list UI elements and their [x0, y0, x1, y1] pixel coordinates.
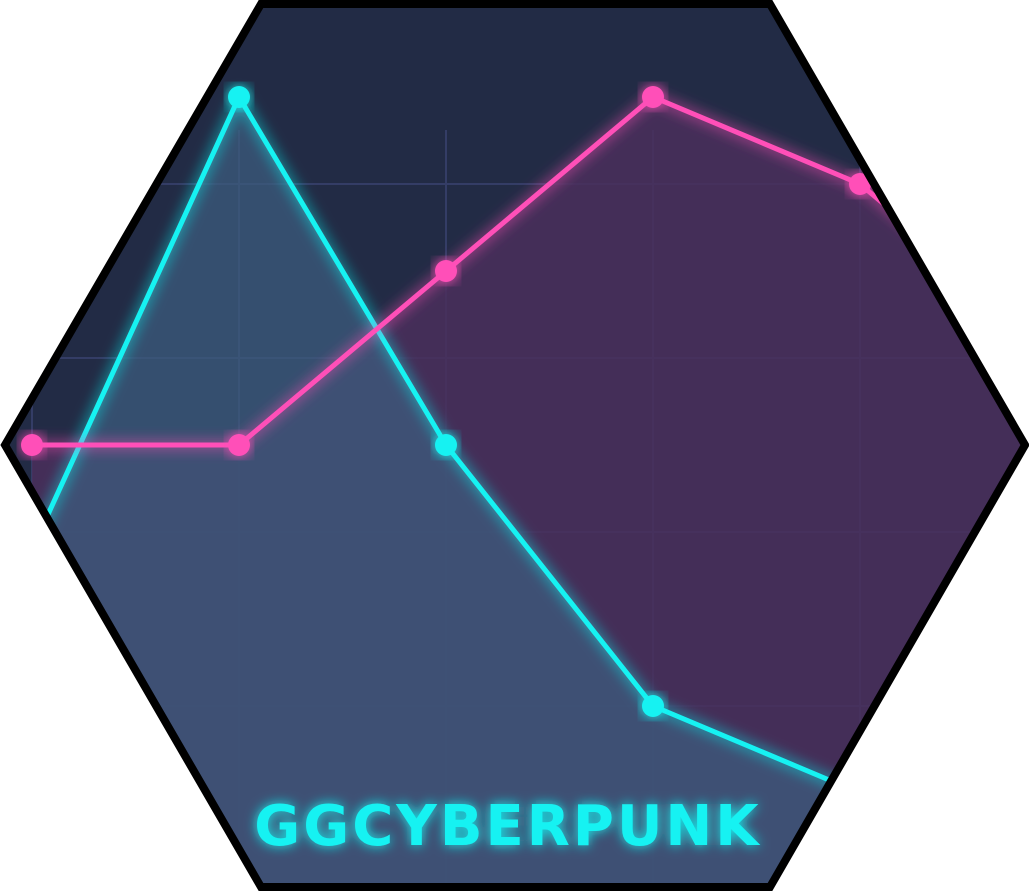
- cyan-series-point: [21, 538, 43, 561]
- magenta-series-point: [435, 260, 457, 282]
- cyan-series-point: [642, 695, 664, 717]
- brand-wordmark: GGCYBERPUNK: [254, 794, 761, 859]
- hexagon-content: [5, 4, 1025, 887]
- cyan-series-point: [849, 782, 871, 804]
- magenta-series-point: [21, 434, 43, 456]
- magenta-series-point: [642, 86, 664, 108]
- cyan-series-point: [435, 434, 457, 456]
- cyan-series-point: [228, 86, 250, 108]
- magenta-series-point: [228, 434, 250, 456]
- ggcyberpunk-hexagon-logo: GGCYBERPUNK: [0, 0, 1029, 891]
